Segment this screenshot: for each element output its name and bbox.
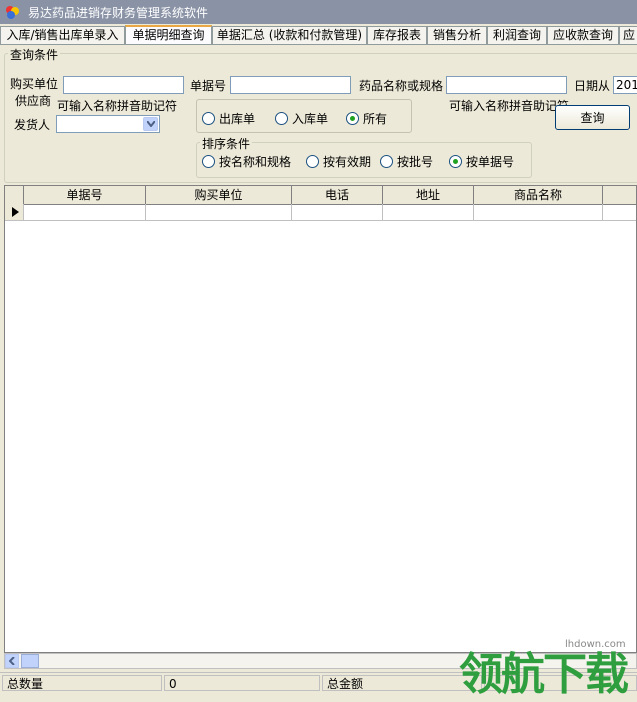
- current-row-arrow-icon: [12, 207, 19, 217]
- shipper-label: 发货人: [14, 118, 51, 132]
- radio-sort-batch-dot: [380, 155, 393, 168]
- col-header-product-name[interactable]: 商品名称: [474, 186, 603, 204]
- query-panel: 查询条件 购买单位 供应商 可输入名称拼音助记符 单据号 药品名称或规格 可输入…: [0, 44, 637, 185]
- table-cell[interactable]: [474, 204, 603, 220]
- radio-sort-name-spec[interactable]: 按名称和规格: [202, 153, 291, 170]
- table-cell[interactable]: [24, 204, 146, 220]
- col-header-address[interactable]: 地址: [383, 186, 474, 204]
- radio-inbound[interactable]: 入库单: [275, 110, 328, 127]
- search-button[interactable]: 查询: [555, 105, 630, 130]
- radio-sort-doc-no[interactable]: 按单据号: [449, 153, 514, 170]
- tab-stock-entry[interactable]: 入库/销售出库单录入: [0, 26, 125, 44]
- radio-sort-expiry-label: 按有效期: [323, 155, 372, 169]
- scroll-thumb[interactable]: [21, 654, 39, 668]
- watermark-site: lhdown.com: [565, 639, 626, 650]
- tab-overflow[interactable]: 应: [619, 26, 637, 44]
- window-title: 易达药品进销存财务管理系统软件: [28, 6, 209, 20]
- drug-pinyin-hint: 可输入名称拼音助记符: [449, 99, 570, 113]
- tab-strip: 入库/销售出库单录入 单据明细查询 单据汇总 (收款和付款管理) 库存报表 销售…: [0, 25, 637, 46]
- radio-sort-doc-no-dot: [449, 155, 462, 168]
- tab-inventory-report[interactable]: 库存报表: [367, 26, 427, 44]
- radio-sort-doc-no-label: 按单据号: [466, 155, 515, 169]
- app-logo-icon: [6, 6, 19, 19]
- col-header-doc-no[interactable]: 单据号: [24, 186, 146, 204]
- buyer-input[interactable]: [63, 76, 184, 94]
- watermark: 领航下载 lhdown.com: [455, 630, 637, 700]
- table-cell[interactable]: [383, 204, 474, 220]
- radio-all[interactable]: 所有: [346, 110, 387, 127]
- radio-sort-name-spec-label: 按名称和规格: [219, 155, 292, 169]
- col-header-buyer[interactable]: 购买单位: [146, 186, 292, 204]
- radio-sort-expiry-dot: [306, 155, 319, 168]
- tab-profit-query[interactable]: 利润查询: [487, 26, 547, 44]
- tab-receivables-query[interactable]: 应收款查询: [547, 26, 619, 44]
- tab-doc-summary[interactable]: 单据汇总 (收款和付款管理): [212, 26, 367, 44]
- doc-no-label: 单据号: [190, 79, 227, 93]
- radio-outbound[interactable]: 出库单: [202, 110, 255, 127]
- row-indicator: [5, 204, 24, 220]
- doc-no-input[interactable]: [230, 76, 351, 94]
- drug-label: 药品名称或规格: [359, 79, 444, 93]
- date-from-label: 日期从: [574, 79, 611, 93]
- date-from-input[interactable]: 2019: [613, 76, 637, 94]
- total-qty-label: 总数量: [2, 675, 162, 691]
- results-grid[interactable]: 单据号 购买单位 电话 地址 商品名称: [4, 185, 637, 653]
- buyer-label: 购买单位: [10, 77, 59, 91]
- total-qty-value: 0: [164, 675, 320, 691]
- table-cell[interactable]: [146, 204, 292, 220]
- chevron-left-icon: [9, 657, 15, 665]
- radio-sort-batch[interactable]: 按批号: [380, 153, 433, 170]
- sort-conditions-label: 排序条件: [200, 135, 253, 152]
- shipper-dropdown-button[interactable]: [143, 117, 158, 131]
- grid-header: 单据号 购买单位 电话 地址 商品名称: [5, 186, 636, 205]
- row-indicator-header: [5, 186, 24, 204]
- radio-outbound-label: 出库单: [219, 112, 256, 126]
- tab-sales-analysis[interactable]: 销售分析: [427, 26, 487, 44]
- shipper-combo[interactable]: [56, 115, 160, 133]
- radio-outbound-dot: [202, 112, 215, 125]
- radio-all-label: 所有: [363, 112, 388, 126]
- chevron-down-icon: [147, 121, 155, 127]
- radio-sort-name-spec-dot: [202, 155, 215, 168]
- radio-sort-batch-label: 按批号: [397, 155, 434, 169]
- radio-all-dot: [346, 112, 359, 125]
- radio-inbound-dot: [275, 112, 288, 125]
- supplier-label: 供应商: [15, 94, 52, 108]
- tab-doc-detail-query[interactable]: 单据明细查询: [125, 25, 212, 46]
- table-cell[interactable]: [292, 204, 383, 220]
- title-bar: 易达药品进销存财务管理系统软件: [0, 0, 637, 24]
- query-conditions-label: 查询条件: [8, 46, 61, 63]
- drug-input[interactable]: [446, 76, 567, 94]
- radio-inbound-label: 入库单: [292, 112, 329, 126]
- buyer-pinyin-hint: 可输入名称拼音助记符: [57, 99, 178, 113]
- scroll-left-button[interactable]: [5, 654, 19, 668]
- table-row[interactable]: [5, 204, 636, 221]
- radio-sort-expiry[interactable]: 按有效期: [306, 153, 371, 170]
- col-header-phone[interactable]: 电话: [292, 186, 383, 204]
